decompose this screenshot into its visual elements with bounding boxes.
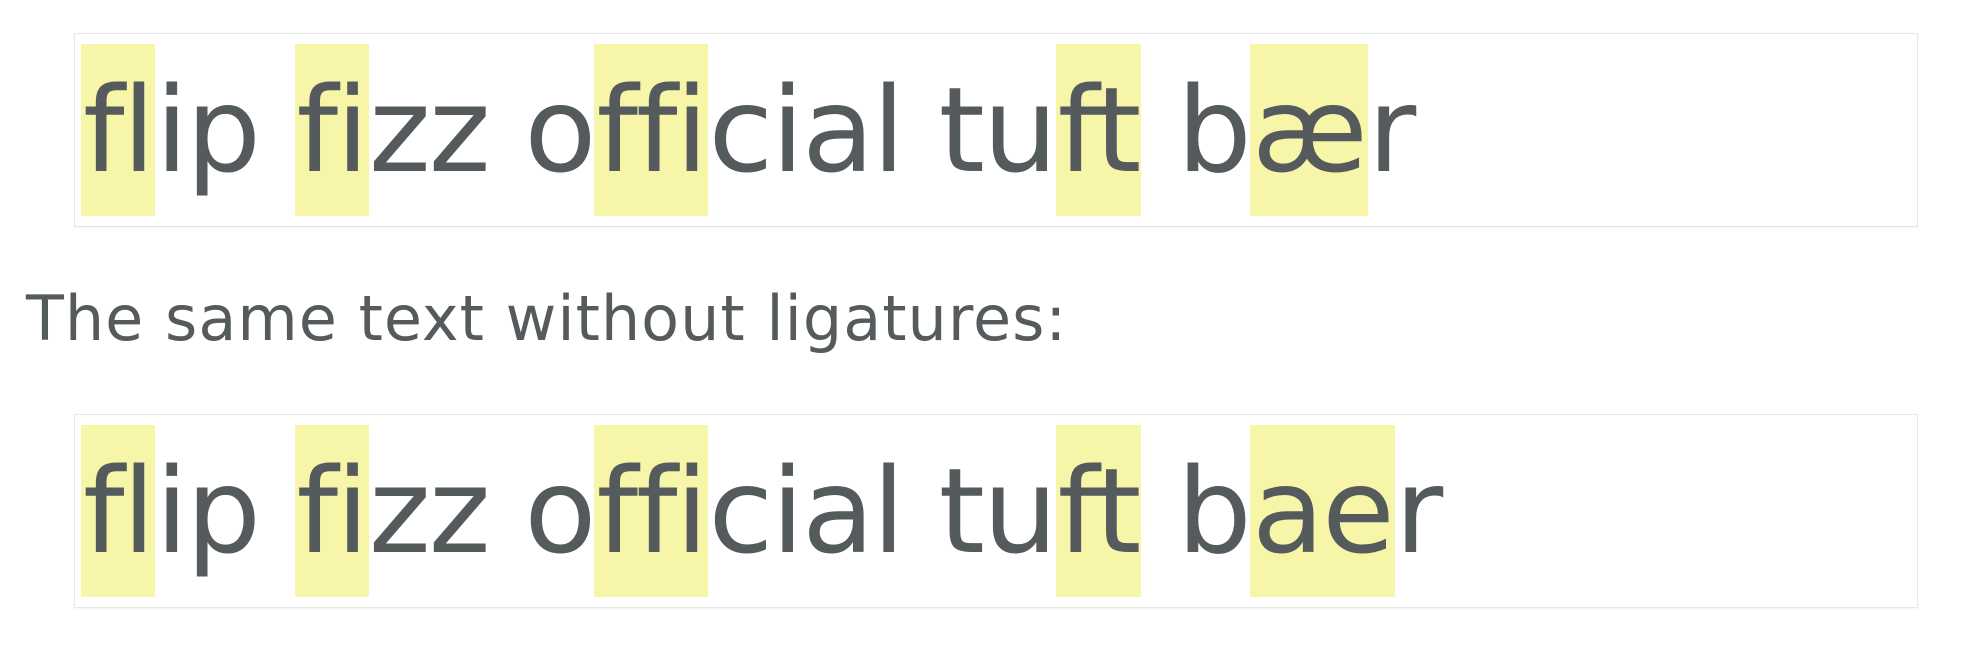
text-segment: zz o (368, 442, 597, 580)
text-segment: r (1394, 442, 1443, 580)
text-segment: b (1141, 61, 1252, 199)
text-segment: r (1367, 61, 1416, 199)
ligature-highlight-ffi: ffi (594, 44, 709, 216)
ligature-highlight-fl: fl (81, 44, 155, 216)
highlight-fl: fl (81, 425, 155, 597)
caption-text: The same text without ligatures: (26, 282, 1068, 355)
ligature-highlight-fi: fi (294, 44, 369, 216)
text-segment: zz o (368, 61, 597, 199)
text-segment: cial tu (708, 442, 1057, 580)
highlight-ffi: ffi (594, 425, 709, 597)
highlight-ft: ft (1055, 425, 1142, 597)
highlight-ae: ae (1249, 425, 1395, 597)
ligature-highlight-ae: æ (1249, 44, 1368, 216)
highlight-fi: fi (294, 425, 369, 597)
no-ligature-sample-box: fl ip fi zz o ffi cial tu ft b ae r (74, 414, 1918, 608)
text-segment: b (1141, 442, 1252, 580)
text-segment: ip (155, 442, 295, 580)
text-segment: cial tu (708, 61, 1057, 199)
ligature-sample-box: fl ip fi zz o ffi cial tu ft bær (74, 33, 1918, 227)
ligature-sample-text: fl ip fi zz o ffi cial tu ft bær (81, 44, 1416, 216)
no-ligature-sample-text: fl ip fi zz o ffi cial tu ft b ae r (81, 425, 1443, 597)
text-segment: ip (155, 61, 295, 199)
ligature-highlight-ft: ft (1055, 44, 1142, 216)
